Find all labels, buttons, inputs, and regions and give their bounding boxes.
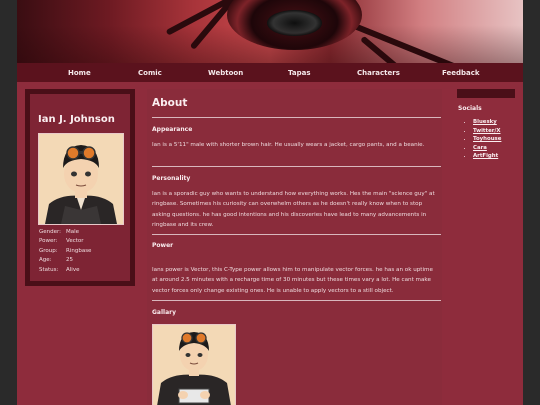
page-title: About [152, 97, 188, 109]
social-link-twitter[interactable]: Twitter/X [473, 127, 501, 136]
header-banner-image [17, 0, 523, 63]
character-profile-card: Ian J. Johnson Gender: Male Power: Vecto… [25, 89, 135, 286]
gallery-image[interactable] [152, 324, 236, 405]
section-body-appearance: Ian is a 5'11" male with shorter brown h… [152, 142, 425, 148]
nav-item-tapas[interactable]: Tapas [288, 69, 311, 77]
nav-item-webtoon[interactable]: Webtoon [208, 69, 243, 77]
divider [152, 117, 441, 118]
character-name: Ian J. Johnson [38, 114, 115, 125]
stat-row-age: Age: 25 [39, 257, 73, 264]
nav-item-feedback[interactable]: Feedback [442, 69, 480, 77]
section-title-personality: Personality [152, 175, 191, 182]
section-title-power: Power [152, 242, 174, 249]
divider [152, 300, 441, 301]
divider [152, 234, 441, 235]
social-link-cara[interactable]: Cara [473, 144, 501, 153]
page-frame: Home Comic Webtoon Tapas Characters Feed… [17, 0, 523, 405]
social-link-bluesky[interactable]: Bluesky [473, 118, 501, 127]
character-stats: Gender: Male Power: Vector Group: Ringbase … [39, 228, 91, 275]
social-link-artfight[interactable]: ArtFight [473, 152, 501, 161]
divider [152, 166, 441, 167]
section-title-gallery: Gallary [152, 309, 177, 316]
socials-title: Socials [458, 105, 482, 112]
stat-row-status: Status: Alive [39, 266, 80, 273]
top-navigation: Home Comic Webtoon Tapas Characters Feed… [17, 63, 523, 82]
about-content: About Appearance Ian is a 5'11" male wit… [147, 89, 442, 405]
social-link-toyhouse[interactable]: Toyhouse [473, 135, 501, 144]
section-title-appearance: Appearance [152, 126, 193, 133]
nav-item-comic[interactable]: Comic [138, 69, 162, 77]
stat-row-gender: Gender: Male [39, 229, 80, 235]
social-links-list: Bluesky Twitter/X Toyhouse Cara ArtFight [463, 118, 501, 161]
sidebar-header-bar [457, 89, 515, 98]
stat-row-power: Power: Vector [39, 238, 84, 245]
stat-row-group: Group: Ringbase [39, 247, 92, 254]
nav-item-home[interactable]: Home [68, 69, 91, 77]
character-portrait [38, 133, 124, 225]
nav-item-characters[interactable]: Characters [357, 69, 400, 77]
section-body-personality: Ian is a sporadic guy who wants to under… [152, 191, 435, 228]
section-body-power: Ians power is Vector, this C-Type power … [152, 267, 433, 294]
